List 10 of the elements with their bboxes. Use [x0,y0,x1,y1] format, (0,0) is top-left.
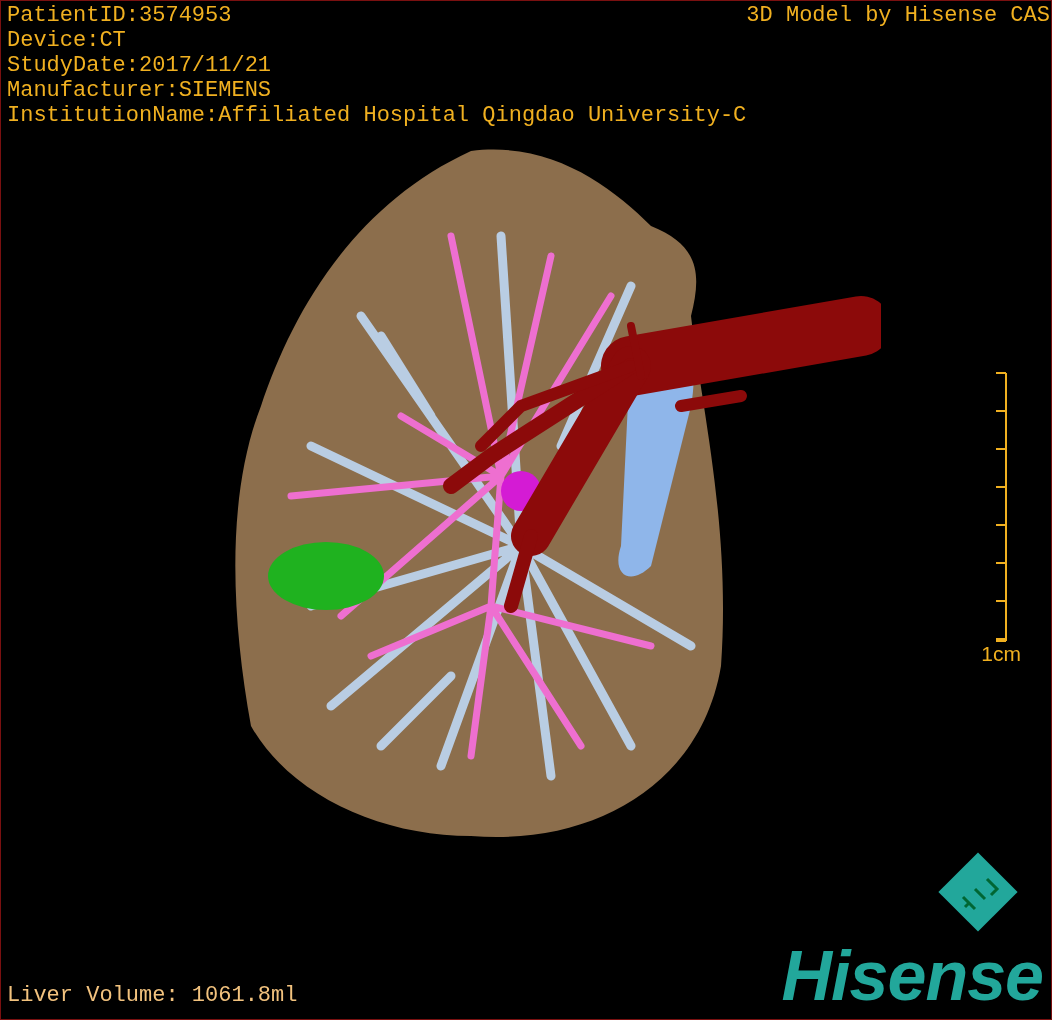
patient-info-line: Manufacturer:SIEMENS [7,78,273,103]
patient-info-line: Device:CT [7,28,127,53]
scale-label: 1cm [981,641,1021,666]
patient-info-line: InstitutionName:Affiliated Hospital Qingdao University-C [7,103,747,128]
scale-ruler-icon [994,371,1009,642]
patient-info-line: PatientID:3574953 [7,3,233,28]
model-caption: 3D Model by Hisense CAS [746,3,1050,30]
brand-wordmark: Hisense [781,939,1043,1013]
liver-volume-text: Liver Volume: 1061.8ml [7,983,298,1009]
patient-info-line: StudyDate:2017/11/21 [7,53,273,78]
